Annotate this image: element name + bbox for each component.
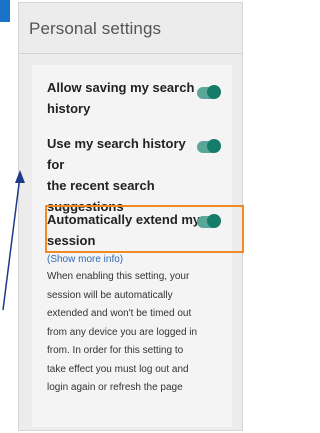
description-line: When enabling this setting, your [47,271,190,282]
recent-search-suggestions-toggle[interactable] [197,139,221,153]
panel-title: Personal settings [29,19,162,38]
setting-label-line: the recent search [47,178,155,193]
description-line: login again or refresh the page [47,382,183,393]
title-divider [19,53,242,54]
toggle-knob [207,139,221,153]
description-line: take effect you must log out and [47,363,189,375]
setting-label-line: Use my search history for [47,136,186,172]
save-search-history-toggle[interactable] [197,85,221,99]
description-line: extended and won't be timed out [47,308,192,319]
personal-settings-panel: Personal settings Allow saving my search… [18,2,244,431]
show-more-info-link[interactable]: (Show more info) [47,254,123,265]
setting-label-line: history [47,101,91,116]
setting-description: When enabling this setting, your session… [47,268,222,398]
description-line: from. In order for this setting to [47,345,184,356]
toggle-knob [207,85,221,99]
setting-label-line: Allow saving my search [47,80,195,95]
description-line: from any device you are logged in [47,326,198,338]
highlight-box [45,205,244,253]
corner-tab [0,0,10,22]
setting-save-search-history: Allow saving my search history [47,77,202,119]
description-line: session will be automatically [47,289,173,301]
